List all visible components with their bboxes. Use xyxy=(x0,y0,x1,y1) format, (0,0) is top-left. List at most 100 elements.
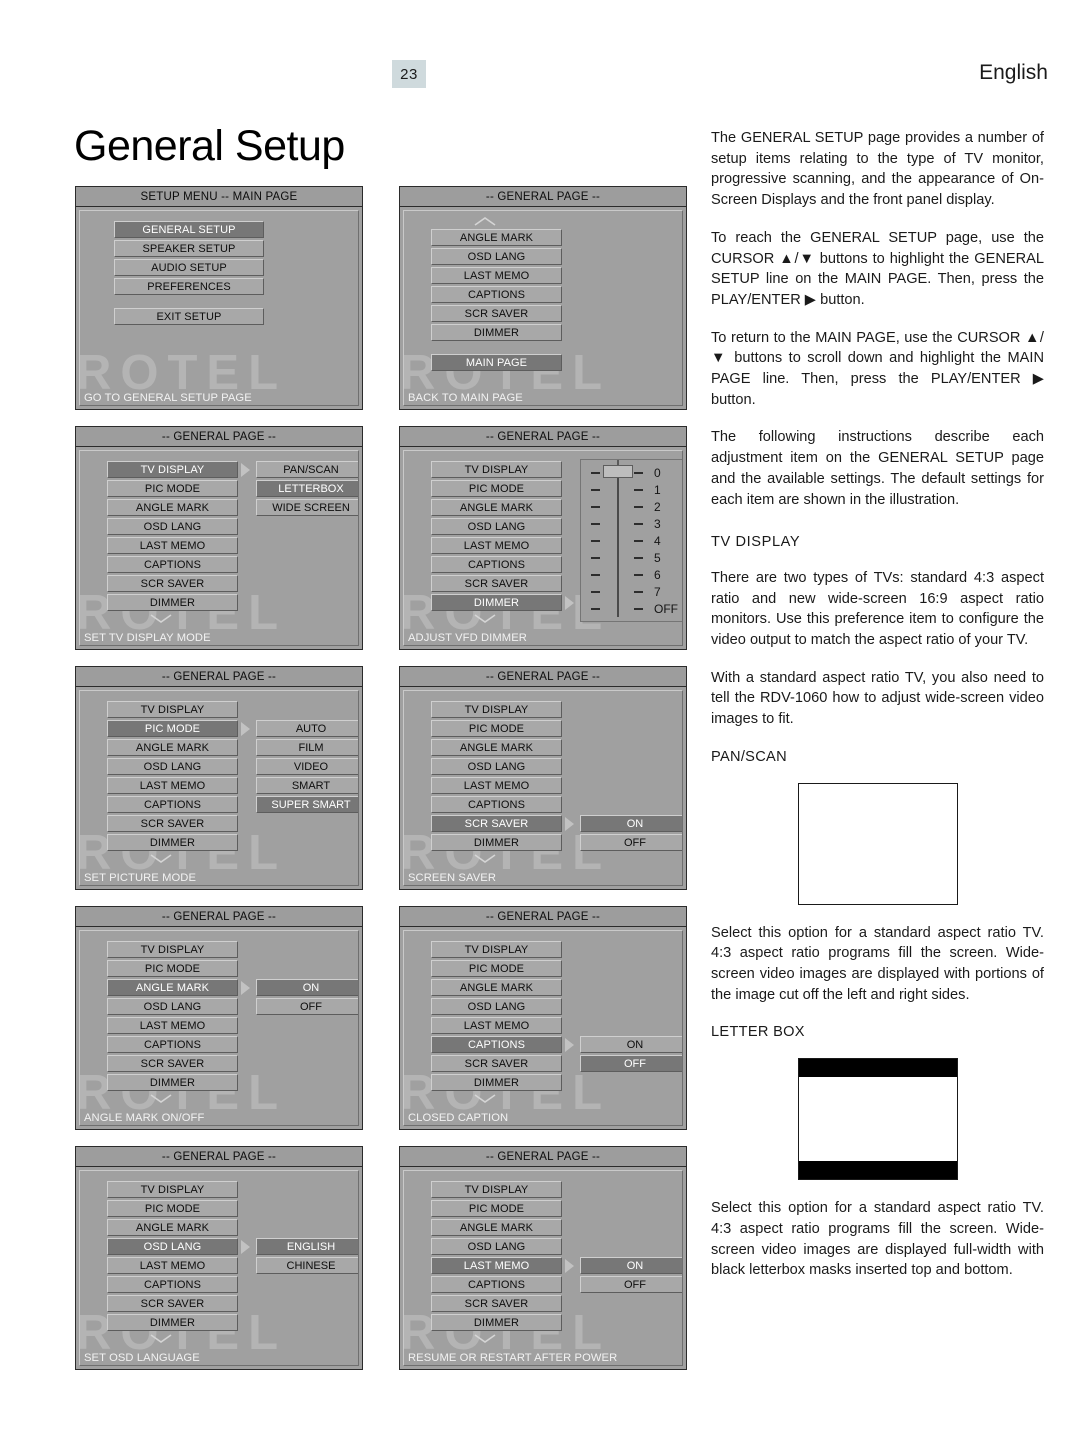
dimmer-level-row[interactable]: 3 xyxy=(581,515,682,532)
option-item[interactable]: VIDEO xyxy=(256,758,358,775)
menu-item[interactable]: LAST MEMO xyxy=(431,537,562,554)
menu-item[interactable]: TV DISPLAY xyxy=(107,941,238,958)
menu-item-selected[interactable]: PIC MODE xyxy=(107,720,238,737)
menu-item[interactable]: CAPTIONS xyxy=(431,286,562,303)
dimmer-level-row[interactable]: 1 xyxy=(581,481,682,498)
menu-item[interactable]: CAPTIONS xyxy=(107,1276,238,1293)
menu-item[interactable]: OSD LANG xyxy=(431,248,562,265)
option-item-selected[interactable]: ON xyxy=(580,815,682,832)
menu-item[interactable]: ANGLE MARK xyxy=(431,229,562,246)
menu-item[interactable]: LAST MEMO xyxy=(107,1017,238,1034)
menu-item[interactable]: SCR SAVER xyxy=(107,1055,238,1072)
menu-item[interactable]: LAST MEMO xyxy=(107,777,238,794)
menu-item[interactable]: OSD LANG xyxy=(107,998,238,1015)
menu-item[interactable]: AUDIO SETUP xyxy=(114,259,264,276)
menu-item[interactable]: CAPTIONS xyxy=(431,556,562,573)
scroll-down-chevron-icon[interactable] xyxy=(150,1334,172,1343)
menu-item[interactable]: DIMMER xyxy=(107,1074,238,1091)
menu-item[interactable]: PIC MODE xyxy=(107,480,238,497)
option-item-selected[interactable]: ENGLISH xyxy=(256,1238,358,1255)
menu-item-selected[interactable]: GENERAL SETUP xyxy=(114,221,264,238)
menu-item[interactable]: SCR SAVER xyxy=(431,1295,562,1312)
menu-item[interactable]: TV DISPLAY xyxy=(431,461,562,478)
menu-item[interactable]: LAST MEMO xyxy=(107,537,238,554)
menu-item[interactable]: OSD LANG xyxy=(107,758,238,775)
menu-item[interactable]: OSD LANG xyxy=(431,758,562,775)
menu-item[interactable]: TV DISPLAY xyxy=(431,1181,562,1198)
menu-item[interactable]: LAST MEMO xyxy=(431,1017,562,1034)
menu-item[interactable]: PIC MODE xyxy=(431,480,562,497)
menu-item[interactable]: ANGLE MARK xyxy=(431,499,562,516)
dimmer-level-row[interactable]: OFF xyxy=(581,600,682,617)
menu-item[interactable]: PIC MODE xyxy=(431,720,562,737)
menu-item[interactable]: SCR SAVER xyxy=(431,575,562,592)
menu-item-selected[interactable]: MAIN PAGE xyxy=(431,354,562,371)
menu-item[interactable]: SCR SAVER xyxy=(107,1295,238,1312)
menu-item[interactable]: ANGLE MARK xyxy=(107,739,238,756)
option-item-selected[interactable]: ON xyxy=(580,1257,682,1274)
menu-item[interactable]: PIC MODE xyxy=(107,1200,238,1217)
scroll-down-chevron-icon[interactable] xyxy=(474,1334,496,1343)
menu-item[interactable]: TV DISPLAY xyxy=(431,701,562,718)
menu-item[interactable]: CAPTIONS xyxy=(431,1276,562,1293)
option-item[interactable]: OFF xyxy=(580,1276,682,1293)
menu-item[interactable]: CAPTIONS xyxy=(107,796,238,813)
menu-item[interactable]: DIMMER xyxy=(107,1314,238,1331)
menu-item[interactable]: TV DISPLAY xyxy=(107,1181,238,1198)
menu-item-selected[interactable]: CAPTIONS xyxy=(431,1036,562,1053)
menu-item[interactable]: DIMMER xyxy=(431,834,562,851)
option-item[interactable]: CHINESE xyxy=(256,1257,358,1274)
menu-item[interactable]: OSD LANG xyxy=(431,1238,562,1255)
menu-item-selected[interactable]: DIMMER xyxy=(431,594,562,611)
option-item[interactable]: ON xyxy=(580,1036,682,1053)
option-item[interactable]: WIDE SCREEN xyxy=(256,499,358,516)
menu-item[interactable]: CAPTIONS xyxy=(431,796,562,813)
option-item-selected[interactable]: OFF xyxy=(580,1055,682,1072)
scroll-down-chevron-icon[interactable] xyxy=(474,614,496,623)
option-item-selected[interactable]: LETTERBOX xyxy=(256,480,358,497)
menu-item-selected[interactable]: TV DISPLAY xyxy=(107,461,238,478)
menu-item[interactable]: PREFERENCES xyxy=(114,278,264,295)
menu-item[interactable]: SCR SAVER xyxy=(431,1055,562,1072)
menu-item[interactable]: CAPTIONS xyxy=(107,556,238,573)
scroll-down-chevron-icon[interactable] xyxy=(150,854,172,863)
menu-item[interactable]: LAST MEMO xyxy=(431,267,562,284)
dimmer-level-row[interactable]: 5 xyxy=(581,549,682,566)
menu-item[interactable]: DIMMER xyxy=(107,834,238,851)
dimmer-level-row[interactable]: 4 xyxy=(581,532,682,549)
menu-item[interactable]: PIC MODE xyxy=(107,960,238,977)
menu-item[interactable]: ANGLE MARK xyxy=(431,739,562,756)
menu-item[interactable]: TV DISPLAY xyxy=(431,941,562,958)
menu-item[interactable]: ANGLE MARK xyxy=(107,1219,238,1236)
option-item[interactable]: SMART xyxy=(256,777,358,794)
scroll-down-chevron-icon[interactable] xyxy=(150,614,172,623)
option-item[interactable]: OFF xyxy=(256,998,358,1015)
option-item[interactable]: PAN/SCAN xyxy=(256,461,358,478)
menu-item-selected[interactable]: LAST MEMO xyxy=(431,1257,562,1274)
menu-item[interactable]: OSD LANG xyxy=(107,518,238,535)
menu-item[interactable]: PIC MODE xyxy=(431,960,562,977)
menu-item-selected[interactable]: ANGLE MARK xyxy=(107,979,238,996)
menu-item[interactable]: SPEAKER SETUP xyxy=(114,240,264,257)
menu-item[interactable]: PIC MODE xyxy=(431,1200,562,1217)
menu-item[interactable]: LAST MEMO xyxy=(431,777,562,794)
menu-item[interactable]: DIMMER xyxy=(431,1074,562,1091)
menu-item[interactable]: SCR SAVER xyxy=(431,305,562,322)
menu-item[interactable]: CAPTIONS xyxy=(107,1036,238,1053)
scroll-down-chevron-icon[interactable] xyxy=(474,1094,496,1103)
menu-item[interactable]: DIMMER xyxy=(431,1314,562,1331)
dimmer-slider[interactable]: 0 1 2 3 4 5 6 7 OFF xyxy=(580,459,682,622)
menu-item-selected[interactable]: OSD LANG xyxy=(107,1238,238,1255)
option-item-selected[interactable]: SUPER SMART xyxy=(256,796,358,813)
menu-item[interactable]: TV DISPLAY xyxy=(107,701,238,718)
menu-item[interactable]: LAST MEMO xyxy=(107,1257,238,1274)
dimmer-level-row[interactable]: 6 xyxy=(581,566,682,583)
menu-item[interactable]: DIMMER xyxy=(431,324,562,341)
menu-item[interactable]: SCR SAVER xyxy=(107,575,238,592)
option-item[interactable]: OFF xyxy=(580,834,682,851)
dimmer-slider-thumb[interactable] xyxy=(603,465,633,478)
menu-item[interactable]: ANGLE MARK xyxy=(107,499,238,516)
menu-item[interactable]: EXIT SETUP xyxy=(114,308,264,325)
option-item-selected[interactable]: ON xyxy=(256,979,358,996)
option-item[interactable]: FILM xyxy=(256,739,358,756)
